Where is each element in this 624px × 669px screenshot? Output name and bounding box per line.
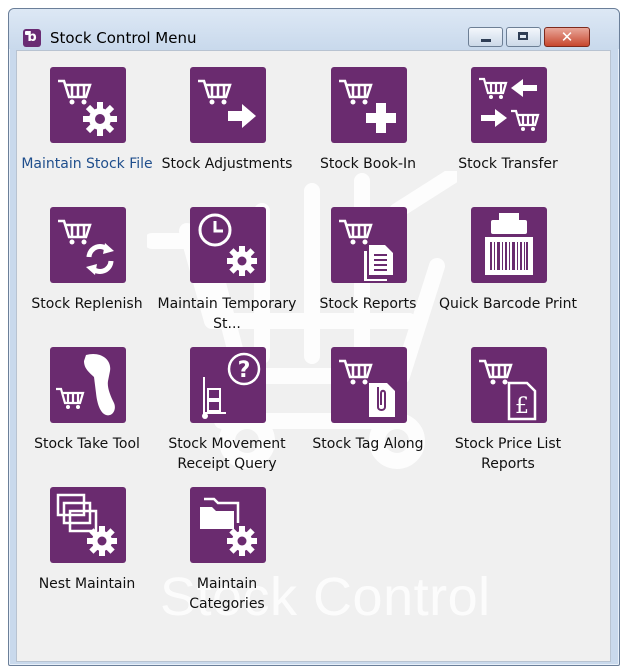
cart-gear-icon <box>50 67 126 143</box>
cart-report-icon <box>331 207 407 283</box>
clock-gear-icon <box>190 207 266 283</box>
menu-item-label: Stock Reports <box>319 296 417 312</box>
app-logo-icon[interactable]: b <box>23 29 41 47</box>
menu-item-label: Nest Maintain <box>38 576 136 592</box>
menu-item-label: Stock Price List Reports <box>454 436 562 472</box>
menu-item-label: Stock Transfer <box>458 156 558 172</box>
menu-item-stock-price-list-reports[interactable]: £ Stock Price List Reports <box>438 341 578 472</box>
minimize-icon <box>481 39 491 42</box>
menu-item-label: Stock Replenish <box>31 296 143 312</box>
stock-control-window: b Stock Control Menu ✕ Stock Control Mai… <box>8 8 620 666</box>
barcode-scanner-icon <box>50 347 126 423</box>
cart-plus-icon <box>331 67 407 143</box>
window-title: Stock Control Menu <box>50 29 197 47</box>
menu-item-label: Stock Adjustments <box>161 156 293 172</box>
menu-item-maintain-temporary-stock[interactable]: Maintain Temporary St... <box>157 201 297 332</box>
svg-text:£: £ <box>515 394 529 419</box>
menu-item-stock-adjustments[interactable]: Stock Adjustments <box>157 61 297 191</box>
menu-item-maintain-categories[interactable]: Maintain Categories <box>157 481 297 612</box>
menu-item-label: Stock Tag Along <box>312 436 424 452</box>
menu-item-stock-tag-along[interactable]: Stock Tag Along <box>298 341 438 471</box>
menu-item-quick-barcode-print[interactable]: Quick Barcode Print <box>438 201 578 331</box>
close-icon: ✕ <box>560 28 574 46</box>
cart-arrow-right-icon <box>190 67 266 143</box>
menu-item-label: Stock Take Tool <box>34 436 140 452</box>
barcode-printer-icon <box>471 207 547 283</box>
title-bar[interactable]: b Stock Control Menu ✕ <box>9 9 619 49</box>
menu-item-stock-replenish[interactable]: Stock Replenish <box>17 201 157 331</box>
menu-item-label: Maintain Categories <box>189 576 265 612</box>
maximize-button[interactable] <box>506 27 541 47</box>
folders-gear-icon <box>190 487 266 563</box>
menu-item-stock-take-tool[interactable]: Stock Take Tool <box>17 341 157 471</box>
menu-item-label: Maintain Temporary St... <box>157 296 297 332</box>
nested-windows-gear-icon <box>50 487 126 563</box>
maximize-icon <box>518 32 528 40</box>
cart-transfer-icon <box>471 67 547 143</box>
menu-item-label: Maintain Stock File <box>21 156 153 172</box>
cart-attachment-icon <box>331 347 407 423</box>
cart-refresh-icon <box>50 207 126 283</box>
trolley-question-icon: ? <box>190 347 266 423</box>
menu-item-label: Stock Book-In <box>319 156 417 172</box>
menu-item-stock-book-in[interactable]: Stock Book-In <box>298 61 438 191</box>
minimize-button[interactable] <box>468 27 503 47</box>
menu-item-stock-movement-receipt-query[interactable]: ? Stock Movement Receipt Query <box>157 341 297 472</box>
cart-pound-document-icon: £ <box>471 347 547 423</box>
menu-item-label: Stock Movement Receipt Query <box>168 436 286 472</box>
close-button[interactable]: ✕ <box>544 27 590 47</box>
menu-item-label: Quick Barcode Print <box>438 296 578 312</box>
svg-text:?: ? <box>238 358 251 383</box>
menu-item-nest-maintain[interactable]: Nest Maintain <box>17 481 157 611</box>
menu-panel: Stock Control Maintain Stock File Stock … <box>16 50 611 662</box>
menu-item-maintain-stock-file[interactable]: Maintain Stock File <box>17 61 157 191</box>
menu-item-stock-transfer[interactable]: Stock Transfer <box>438 61 578 191</box>
menu-item-stock-reports[interactable]: Stock Reports <box>298 201 438 331</box>
